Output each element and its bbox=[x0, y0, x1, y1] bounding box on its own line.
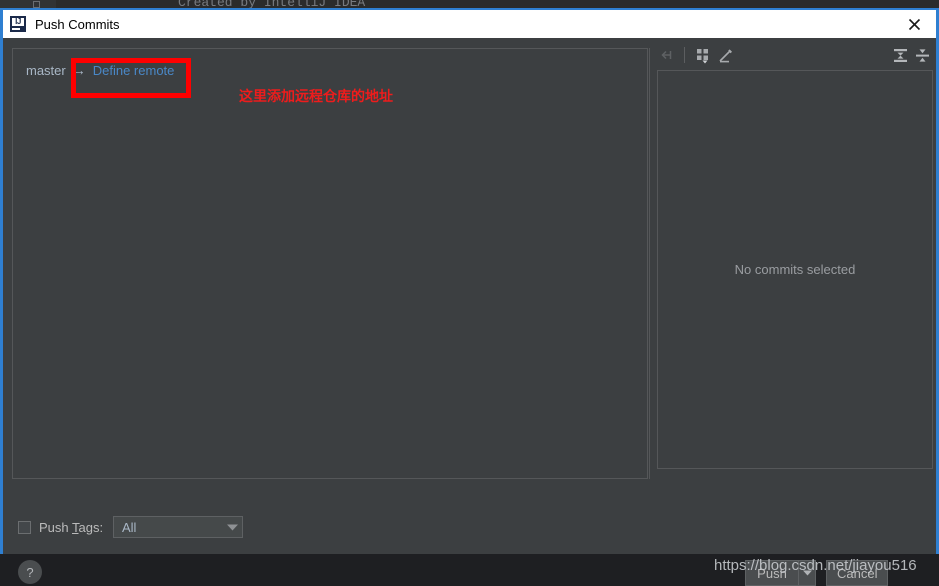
grid-layout-icon[interactable] bbox=[692, 44, 714, 66]
push-commits-dialog: IJ Push Commits master → Define remote 这… bbox=[0, 8, 939, 586]
dialog-content: master → Define remote 这里添加远程仓库的地址 No co… bbox=[3, 38, 936, 586]
toolbar-divider bbox=[684, 47, 685, 63]
cancel-button[interactable]: Cancel bbox=[826, 560, 889, 586]
expand-all-icon[interactable] bbox=[889, 44, 911, 66]
dialog-title: Push Commits bbox=[35, 16, 120, 32]
push-tags-label-prefix: Push bbox=[39, 520, 73, 535]
push-tags-selected-value: All bbox=[122, 519, 137, 535]
panel-splitter[interactable] bbox=[649, 48, 650, 479]
dialog-action-buttons: Push Cancel bbox=[745, 560, 889, 586]
push-tags-row: Push Tags: bbox=[18, 520, 103, 535]
collapse-all-icon[interactable] bbox=[911, 44, 933, 66]
expand-to-source-icon[interactable] bbox=[655, 44, 677, 66]
push-tags-checkbox[interactable] bbox=[18, 521, 31, 534]
details-toolbar bbox=[655, 40, 933, 70]
push-split-button: Push bbox=[745, 560, 816, 586]
push-dropdown-button[interactable] bbox=[798, 560, 816, 586]
empty-state-message: No commits selected bbox=[734, 262, 856, 277]
push-target-row: master → Define remote bbox=[26, 60, 174, 80]
commit-details-panel: No commits selected bbox=[655, 38, 933, 479]
dialog-titlebar: IJ Push Commits bbox=[3, 10, 936, 38]
code-fold-marker bbox=[33, 1, 40, 8]
commits-list-panel[interactable]: master → Define remote bbox=[12, 48, 648, 479]
commit-details-content: No commits selected bbox=[657, 70, 933, 469]
edit-pencil-icon[interactable] bbox=[714, 44, 736, 66]
chevron-down-icon bbox=[222, 524, 242, 531]
push-tags-select[interactable]: All bbox=[113, 516, 243, 538]
define-remote-link[interactable]: Define remote bbox=[93, 63, 175, 78]
intellij-idea-icon: IJ bbox=[10, 16, 26, 32]
arrow-icon: → bbox=[71, 62, 86, 78]
help-label: ? bbox=[26, 564, 34, 580]
source-branch-label: master bbox=[26, 62, 66, 78]
push-tags-label: Push Tags: bbox=[39, 520, 103, 535]
help-button[interactable]: ? bbox=[18, 560, 42, 584]
push-tags-label-suffix: ags: bbox=[78, 520, 104, 535]
annotation-note-text: 这里添加远程仓库的地址 bbox=[239, 89, 393, 105]
push-button[interactable]: Push bbox=[745, 560, 798, 586]
app-icon-text: IJ bbox=[12, 18, 24, 26]
close-icon[interactable] bbox=[892, 10, 936, 38]
